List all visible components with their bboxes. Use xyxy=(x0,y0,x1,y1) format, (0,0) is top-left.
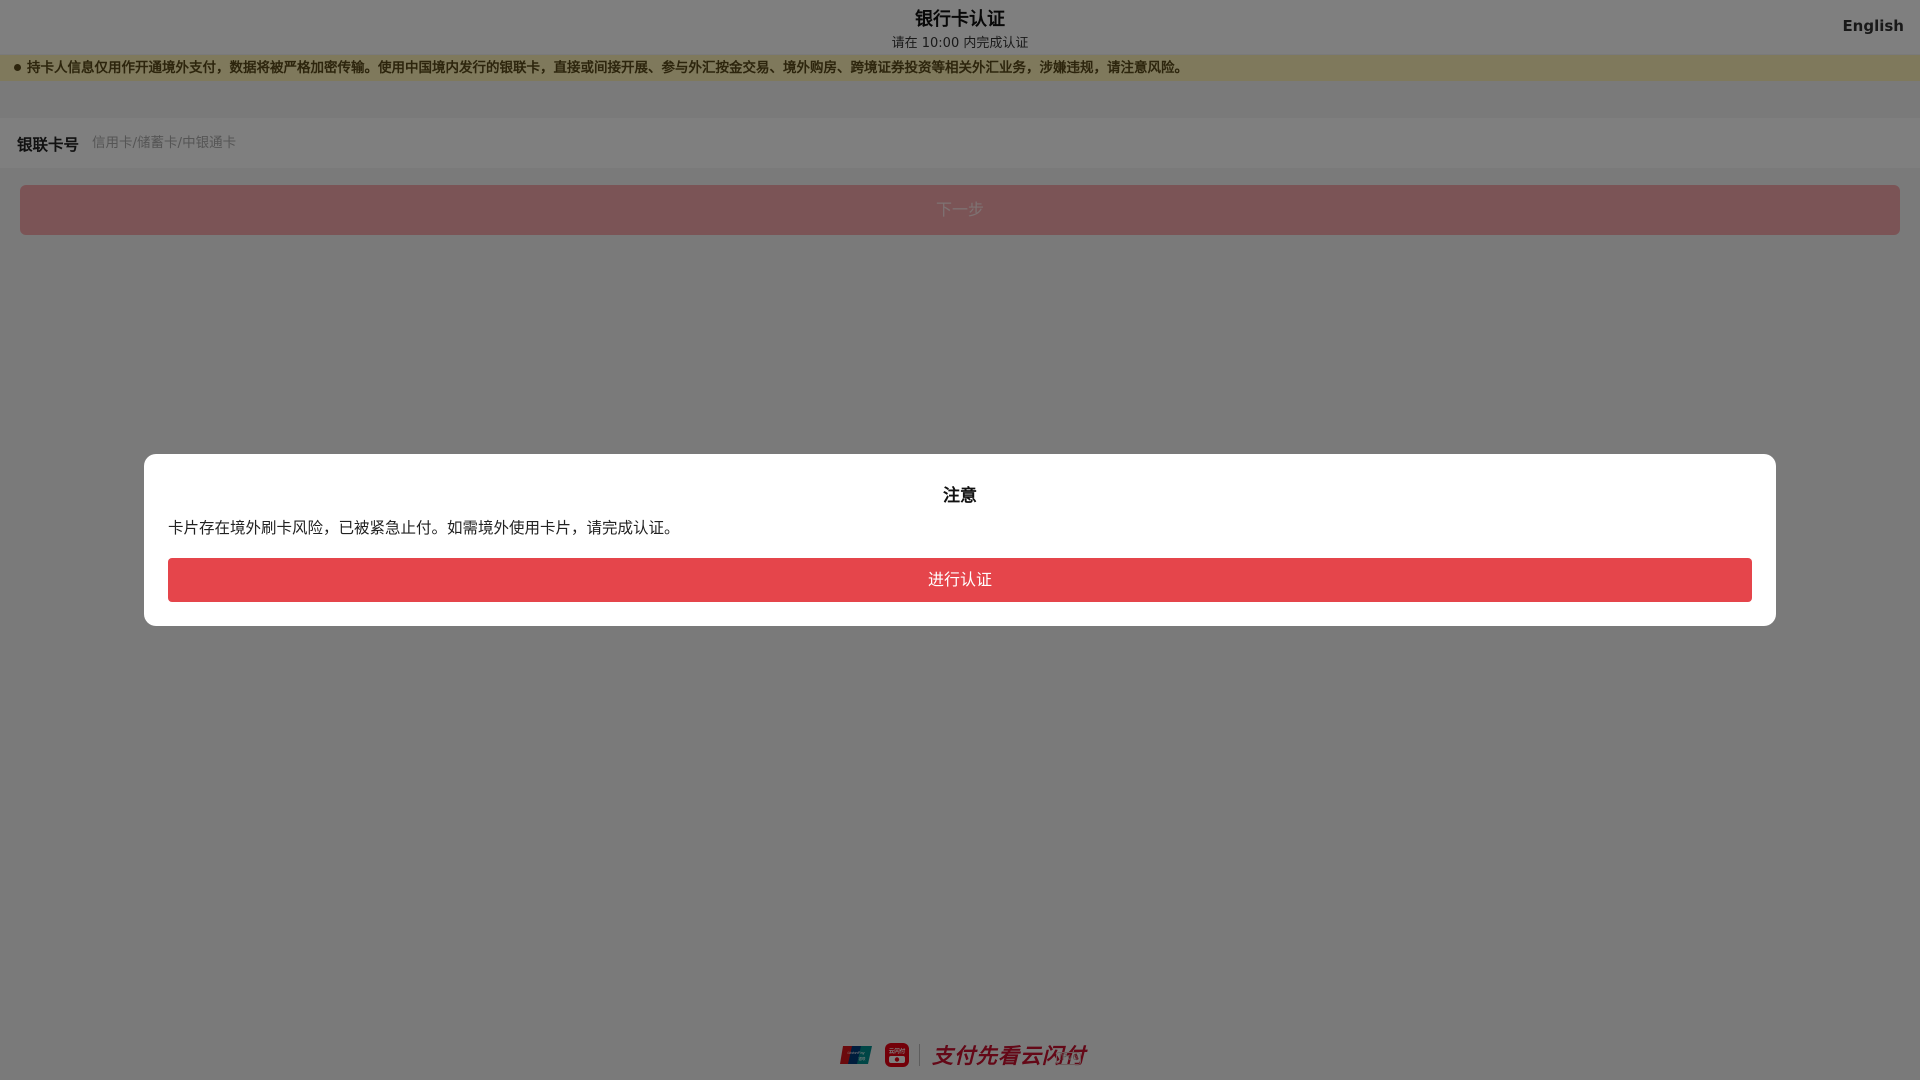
alert-dialog: 注意 卡片存在境外刷卡风险，已被紧急止付。如需境外使用卡片，请完成认证。 进行认… xyxy=(144,454,1776,626)
dialog-title: 注意 xyxy=(943,486,977,506)
start-verification-button[interactable]: 进行认证 xyxy=(168,558,1752,602)
dialog-message: 卡片存在境外刷卡风险，已被紧急止付。如需境外使用卡片，请完成认证。 xyxy=(168,519,680,537)
